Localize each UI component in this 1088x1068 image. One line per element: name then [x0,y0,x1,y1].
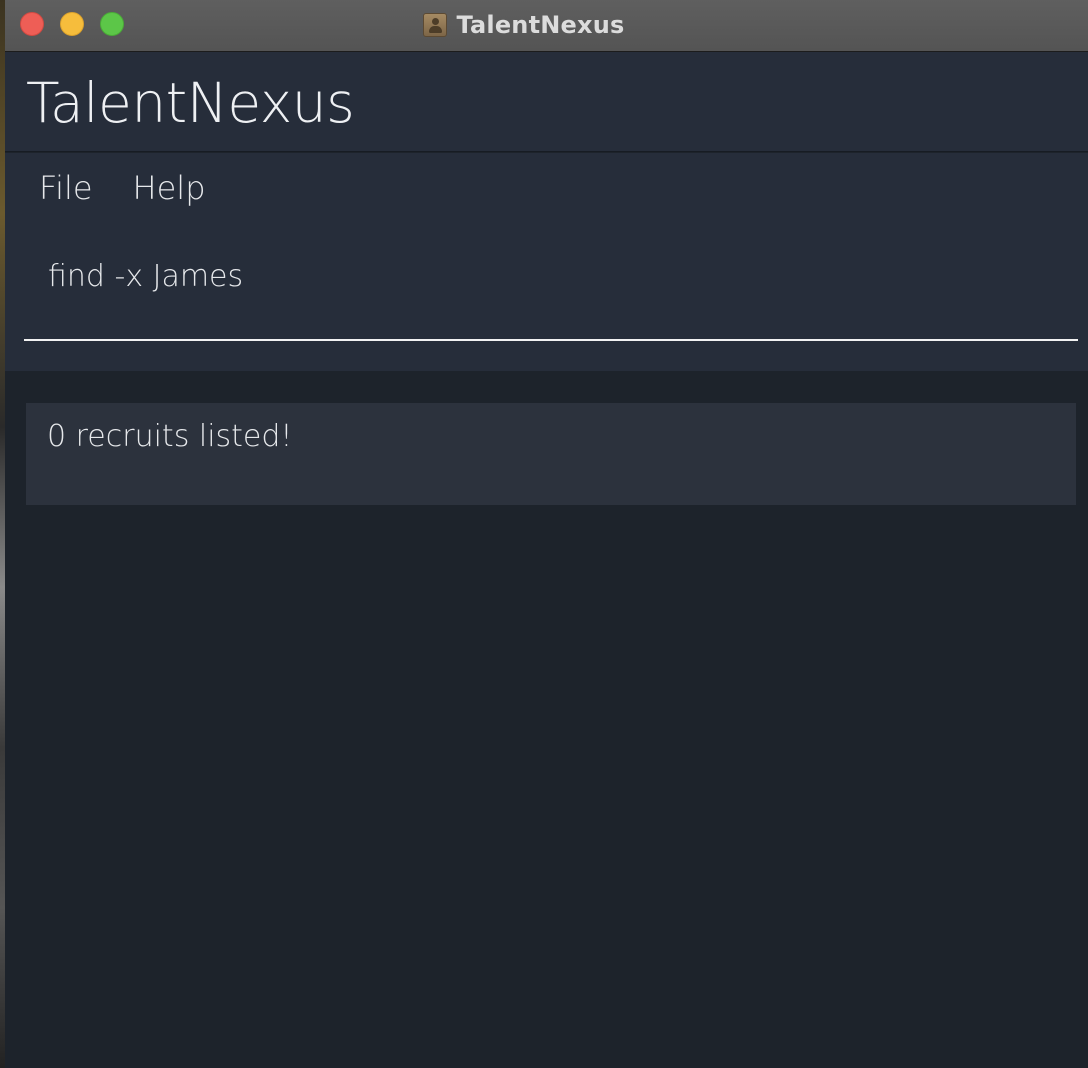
command-section: File Help [5,153,1088,371]
app-header: TalentNexus [5,52,1088,152]
result-message: 0 recruits listed! [47,419,293,454]
command-box [24,231,1088,341]
menu-file[interactable]: File [25,165,107,211]
menu-bar: File Help [25,165,232,211]
contacts-book-icon [422,13,447,37]
window-title: TalentNexus [456,11,625,39]
window-title-group: TalentNexus [5,0,1088,50]
app-name-heading: TalentNexus [26,71,355,135]
app-window: TalentNexus TalentNexus File Help 0 recr… [5,0,1088,1068]
window-titlebar[interactable]: TalentNexus [5,0,1088,52]
menu-help[interactable]: Help [119,165,220,211]
result-display: 0 recruits listed! [26,403,1076,505]
command-input[interactable] [24,253,1088,299]
